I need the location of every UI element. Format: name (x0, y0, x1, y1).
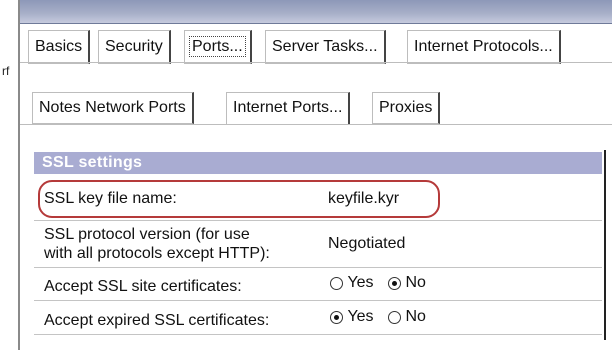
subtab-notes-network-ports[interactable]: Notes Network Ports (32, 92, 194, 124)
left-frame-border (18, 0, 20, 350)
ssl-protocol-version-field[interactable]: Negotiated (328, 234, 405, 253)
accept-site-certs-no-radio[interactable] (388, 276, 402, 290)
tab-basics-label: Basics (35, 38, 83, 55)
accept-expired-certs-radio-group: Yes No (330, 308, 426, 326)
header-divider (20, 23, 612, 24)
subtab-proxies[interactable]: Proxies (372, 92, 441, 124)
accept-expired-certs-no-radio[interactable] (388, 310, 402, 324)
tab-server-tasks[interactable]: Server Tasks... (265, 30, 386, 64)
tabs-baseline (20, 62, 612, 63)
row-divider (34, 300, 602, 301)
tab-security[interactable]: Security (98, 30, 171, 64)
accept-site-certs-yes-radio[interactable] (330, 276, 343, 290)
accept-site-certs-no-label: No (405, 274, 426, 291)
tab-ports[interactable]: Ports... (184, 30, 252, 64)
ssl-key-file-label: SSL key file name: (44, 190, 177, 207)
ssl-key-file-field[interactable]: keyfile.kyr (328, 189, 399, 208)
accept-expired-certs-yes-label: Yes (347, 308, 374, 325)
accept-site-certs-yes-label: Yes (347, 274, 374, 291)
row-divider (34, 267, 602, 268)
accept-site-certs-label: Accept SSL site certificates: (44, 278, 242, 295)
ssl-protocol-version-label-line2: with all protocols except HTTP): (44, 245, 270, 262)
accept-expired-certs-label: Accept expired SSL certificates: (44, 312, 270, 329)
ssl-settings-header: SSL settings (34, 152, 602, 174)
tab-internet-protocols[interactable]: Internet Protocols... (407, 30, 561, 64)
tab-basics[interactable]: Basics (28, 30, 91, 64)
subtab-proxies-label: Proxies (379, 99, 433, 116)
tab-security-label: Security (105, 38, 163, 55)
row-divider (34, 334, 602, 335)
subtab-internet-ports-label: Internet Ports... (233, 99, 343, 116)
right-frame-border (604, 150, 606, 340)
tab-ports-label: Ports... (189, 36, 246, 57)
subtab-internet-ports[interactable]: Internet Ports... (226, 92, 351, 124)
accept-expired-certs-no-label: No (405, 308, 426, 325)
accept-expired-certs-yes-radio[interactable] (330, 310, 343, 324)
subtab-notes-network-ports-label: Notes Network Ports (39, 99, 186, 116)
subtabs-baseline (20, 124, 612, 125)
ssl-protocol-version-label-line1: SSL protocol version (for use (44, 226, 250, 243)
tab-internet-protocols-label: Internet Protocols... (414, 38, 553, 55)
row-divider (34, 220, 602, 221)
tab-server-tasks-label: Server Tasks... (272, 38, 378, 55)
left-pane-text: rf (2, 64, 10, 78)
header-banner (20, 0, 612, 24)
accept-site-certs-radio-group: Yes No (330, 274, 426, 292)
